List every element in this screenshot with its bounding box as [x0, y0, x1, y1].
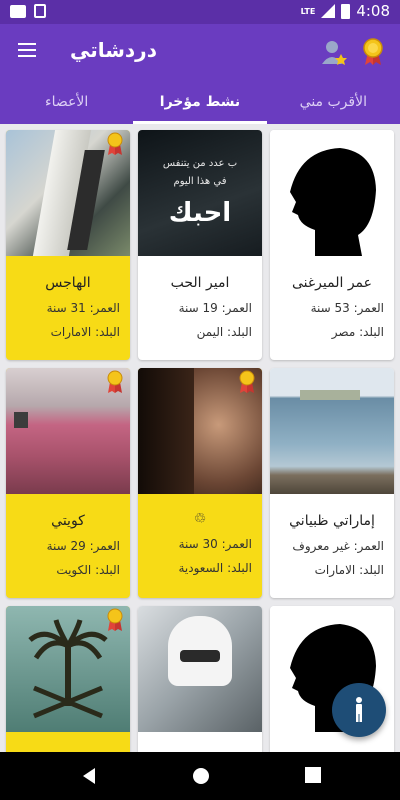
member-country: البلد: الكويت: [56, 563, 120, 577]
home-icon[interactable]: [191, 766, 211, 786]
member-name: امير الحب: [170, 275, 230, 291]
user-star-icon[interactable]: [320, 38, 348, 66]
menu-icon[interactable]: [18, 43, 36, 57]
member-age: العمر: غير معروف: [292, 539, 384, 553]
member-country: البلد: اليمن: [196, 325, 252, 339]
vip-ribbon-icon: [107, 608, 123, 631]
tab-nearest[interactable]: الأقرب مني: [267, 80, 400, 124]
clock: 4:08: [356, 2, 390, 20]
member-age: العمر: 53 سنة: [310, 301, 384, 315]
person-fab-button[interactable]: [332, 683, 386, 737]
member-card[interactable]: إماراتي ظبياني العمر: غير معروف البلد: ا…: [270, 368, 394, 598]
profile-photo: [270, 130, 394, 256]
member-country: البلد: مصر: [331, 325, 384, 339]
member-card[interactable]: كويتي العمر: 29 سنة البلد: الكويت: [6, 368, 130, 598]
member-age: العمر: 19 سنة: [178, 301, 252, 315]
member-name: إماراتي ظبياني: [289, 513, 375, 529]
app-title: دردشاتي: [70, 38, 157, 62]
tab-bar: الأعضاء نشط مؤخرا الأقرب مني: [0, 80, 400, 124]
person-icon: [356, 697, 362, 722]
name-icon: ♲: [193, 511, 207, 527]
vip-ribbon-icon: [239, 370, 255, 393]
medal-icon[interactable]: [362, 38, 384, 66]
member-name: الهاجس: [45, 275, 91, 291]
app-bar: دردشاتي: [0, 24, 400, 80]
back-icon[interactable]: [80, 766, 98, 786]
member-age: العمر: 31 سنة: [46, 301, 120, 315]
vip-ribbon-icon: [107, 370, 123, 393]
tab-recently-active[interactable]: نشط مؤخرا: [133, 80, 267, 124]
member-country: البلد: الامارات: [50, 325, 120, 339]
profile-photo: ب عدد من يتنفس في هذا اليوم احبك: [138, 130, 262, 256]
member-card[interactable]: ♲ العمر: 30 سنة البلد: السعودية: [138, 368, 262, 598]
image-notification-icon: [10, 4, 26, 18]
member-age: العمر: 30 سنة: [178, 537, 252, 551]
vip-ribbon-icon: [107, 132, 123, 155]
tab-members[interactable]: الأعضاء: [0, 80, 133, 124]
battery-icon: [341, 3, 351, 19]
member-country: البلد: السعودية: [178, 561, 252, 575]
signal-icon: [321, 4, 336, 18]
profile-photo: [138, 606, 262, 732]
profile-photo: [270, 368, 394, 494]
member-age: العمر: 29 سنة: [46, 539, 120, 553]
status-bar: LTE 4:08: [0, 0, 400, 24]
member-country: البلد: الامارات: [314, 563, 384, 577]
member-name: كويتي: [51, 513, 85, 529]
system-nav-bar: [0, 752, 400, 800]
member-card[interactable]: عمر الميرغنى العمر: 53 سنة البلد: مصر: [270, 130, 394, 360]
member-name: عمر الميرغنى: [291, 275, 373, 291]
member-card[interactable]: الهاجس العمر: 31 سنة البلد: الامارات: [6, 130, 130, 360]
sd-card-icon: [34, 4, 46, 18]
member-card[interactable]: ب عدد من يتنفس في هذا اليوم احبك امير ال…: [138, 130, 262, 360]
recents-icon[interactable]: [304, 766, 322, 784]
lte-label: LTE: [300, 6, 316, 16]
